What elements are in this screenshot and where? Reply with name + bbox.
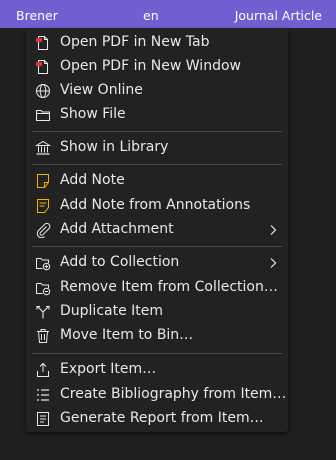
library-icon: [35, 140, 51, 156]
menu-item-label: Add to Collection: [60, 254, 180, 270]
duplicate-icon: [35, 304, 51, 320]
menu-item-add-to-collection[interactable]: Add to Collection: [26, 251, 288, 275]
menu-item-label: Export Item…: [60, 361, 157, 377]
menu-item-remove-from-collection[interactable]: Remove Item from Collection…: [26, 276, 288, 300]
menu-item-open-pdf-new-tab[interactable]: Open PDF in New Tab: [26, 31, 288, 55]
menu-item-show-in-library[interactable]: Show in Library: [26, 136, 288, 160]
menu-item-duplicate-item[interactable]: Duplicate Item: [26, 300, 288, 324]
note-annotations-icon: [35, 198, 51, 214]
menu-item-create-bibliography[interactable]: Create Bibliography from Item…: [26, 383, 288, 407]
bibliography-icon: [35, 387, 51, 403]
menu-item-export-item[interactable]: Export Item…: [26, 358, 288, 382]
language-cell: en: [143, 8, 159, 23]
menu-item-add-attachment[interactable]: Add Attachment: [26, 218, 288, 242]
globe-icon: [35, 83, 51, 99]
item-type-cell: Journal Article: [234, 8, 322, 23]
paperclip-icon: [35, 222, 51, 238]
pdf-icon: [35, 35, 51, 51]
menu-item-label: Duplicate Item: [60, 303, 164, 319]
report-icon: [35, 411, 51, 427]
export-icon: [35, 362, 51, 378]
menu-item-view-online[interactable]: View Online: [26, 79, 288, 103]
menu-item-label: Create Bibliography from Item…: [60, 386, 287, 402]
menu-separator: [32, 246, 282, 247]
menu-item-label: Open PDF in New Tab: [60, 34, 210, 50]
chevron-right-icon: [266, 256, 280, 270]
menu-item-label: Add Note: [60, 172, 125, 188]
pdf-icon: [35, 59, 51, 75]
selected-item-row[interactable]: Brener en Journal Article: [0, 0, 336, 28]
menu-separator: [32, 164, 282, 165]
menu-item-label: Add Note from Annotations: [60, 197, 251, 213]
menu-item-move-to-bin[interactable]: Move Item to Bin…: [26, 324, 288, 348]
menu-item-show-file[interactable]: Show File: [26, 103, 288, 127]
collection-remove-icon: [35, 280, 51, 296]
folder-icon: [35, 107, 51, 123]
note-icon: [35, 173, 51, 189]
item-context-menu: Open PDF in New Tab Open PDF in New Wind…: [26, 28, 288, 432]
menu-item-label: Generate Report from Item…: [60, 410, 264, 426]
trash-icon: [35, 328, 51, 344]
menu-item-label: Add Attachment: [60, 221, 174, 237]
menu-separator: [32, 131, 282, 132]
menu-item-add-note-from-annotations[interactable]: Add Note from Annotations: [26, 194, 288, 218]
menu-item-label: Show in Library: [60, 139, 169, 155]
menu-item-label: View Online: [60, 82, 143, 98]
menu-item-label: Show File: [60, 106, 126, 122]
menu-item-label: Remove Item from Collection…: [60, 279, 278, 295]
menu-item-add-note[interactable]: Add Note: [26, 169, 288, 193]
menu-item-generate-report[interactable]: Generate Report from Item…: [26, 407, 288, 431]
menu-item-label: Open PDF in New Window: [60, 58, 241, 74]
menu-separator: [32, 353, 282, 354]
menu-item-open-pdf-new-window[interactable]: Open PDF in New Window: [26, 55, 288, 79]
creator-cell: Brener: [16, 8, 58, 23]
menu-item-label: Move Item to Bin…: [60, 327, 194, 343]
chevron-right-icon: [266, 223, 280, 237]
collection-add-icon: [35, 255, 51, 271]
